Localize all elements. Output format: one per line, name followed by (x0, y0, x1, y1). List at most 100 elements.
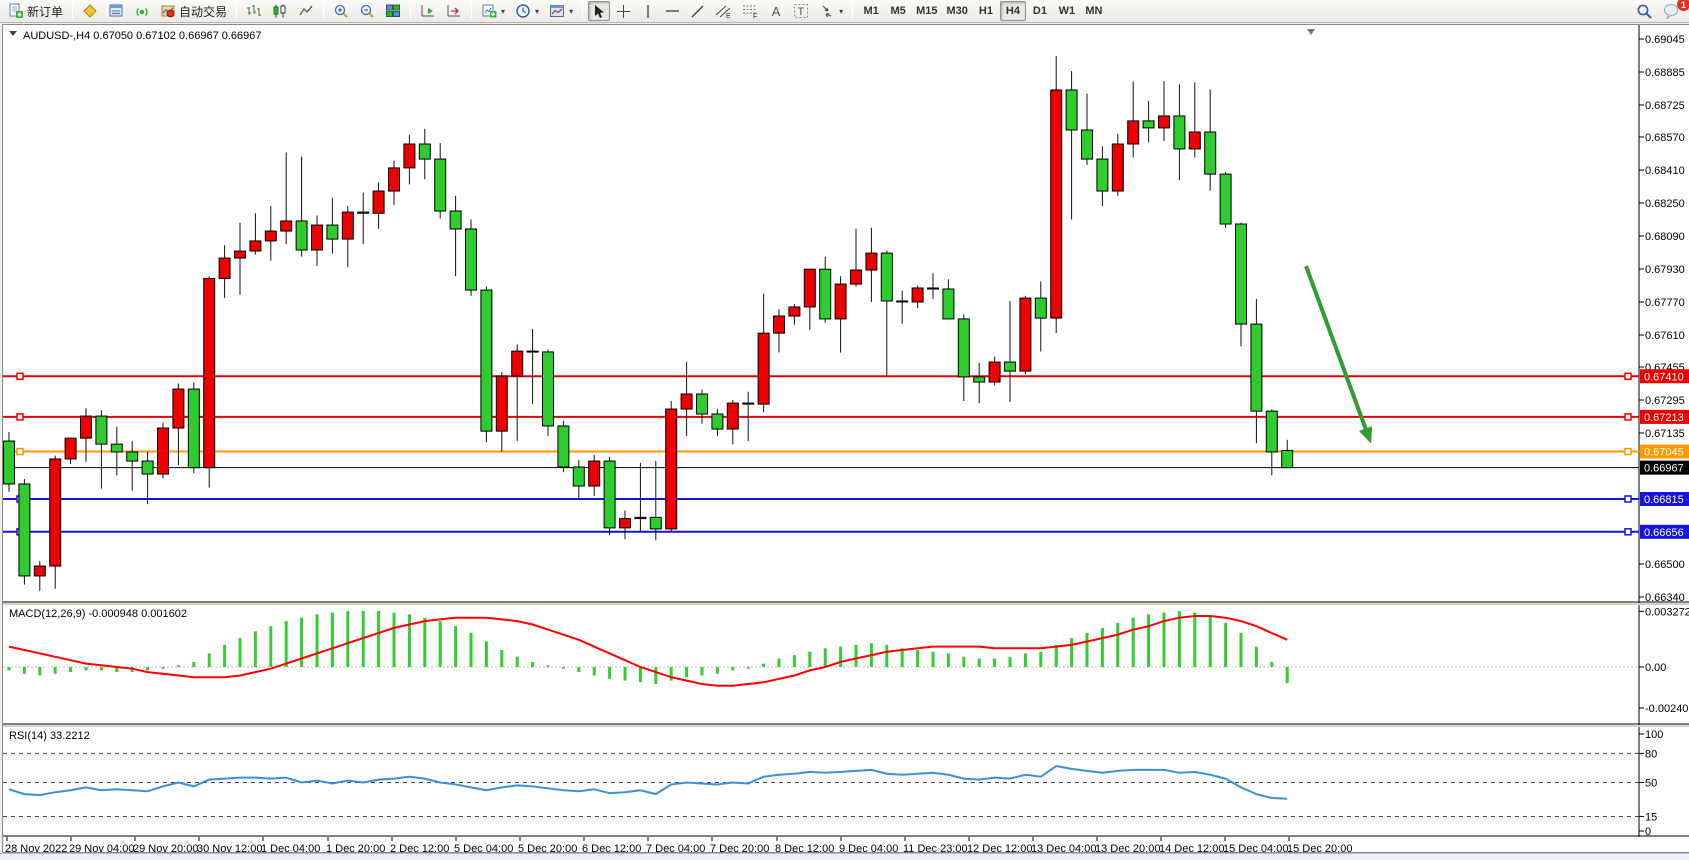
candle-body (435, 159, 446, 211)
candle-body (4, 441, 15, 484)
candle-body (204, 278, 215, 467)
panel-splitter[interactable] (3, 725, 1689, 727)
level-handle[interactable] (1625, 414, 1631, 420)
price-axis-label: 0.68570 (1645, 132, 1685, 144)
chart-canvas[interactable]: 0.690450.688850.687250.685700.684100.682… (3, 25, 1689, 854)
timeframe-button-d1[interactable]: D1 (1027, 1, 1053, 21)
data-window-button[interactable] (104, 1, 128, 21)
candle-body (958, 319, 969, 377)
horizontal-line-tool-button[interactable] (661, 1, 684, 21)
vertical-line-tool-button[interactable] (637, 1, 659, 21)
candle-body (804, 269, 815, 307)
timeframe-button-m15[interactable]: M15 (912, 1, 941, 21)
candle-body (142, 461, 153, 474)
timeframe-button-h1[interactable]: H1 (973, 1, 999, 21)
channel-tool-button[interactable]: E (711, 1, 736, 21)
text-tool-icon: A (772, 4, 781, 19)
vertical-line-icon (641, 4, 655, 19)
price-badge-label: 0.67045 (1644, 447, 1684, 459)
autotrading-button[interactable]: 自动交易 (156, 1, 231, 21)
text-label-tool-button[interactable]: T (789, 1, 813, 21)
candle-body (296, 221, 307, 250)
bar-chart-icon (246, 3, 262, 19)
candle-body (989, 362, 1000, 382)
timeframe-group: M1M5M15M30H1H4D1W1MN (858, 1, 1107, 21)
candle-body (188, 389, 199, 468)
new-order-label: 新订单 (27, 3, 63, 20)
search-button[interactable] (1632, 1, 1657, 21)
time-axis[interactable]: 28 Nov 202229 Nov 04:0029 Nov 20:0030 No… (5, 837, 1352, 854)
candle-body (881, 253, 892, 301)
chart-shift-button[interactable] (442, 1, 466, 21)
candle-body (666, 409, 677, 529)
crosshair-tool-button[interactable] (612, 1, 635, 21)
fibonacci-tool-button[interactable]: F (738, 1, 763, 21)
candle-body (389, 168, 400, 191)
main-toolbar: 新订单 自动交易 (0, 0, 1689, 23)
candle-body (912, 288, 923, 302)
candlestick-chart-button[interactable] (268, 1, 292, 21)
period-clock-button[interactable]: ▾ (511, 1, 543, 21)
candle-body (1220, 174, 1231, 224)
price-axis-label: 0.68250 (1645, 198, 1685, 210)
trendline-tool-button[interactable] (686, 1, 709, 21)
rsi-axis-label: 100 (1645, 729, 1663, 741)
zoom-in-icon (333, 3, 349, 19)
level-handle[interactable] (1625, 373, 1631, 379)
candle-body (835, 284, 846, 319)
timeframe-button-m5[interactable]: M5 (885, 1, 911, 21)
zoom-out-button[interactable] (355, 1, 379, 21)
level-handle[interactable] (17, 414, 23, 420)
navigator-button[interactable] (130, 1, 154, 21)
rsi-axis-label: 50 (1645, 778, 1657, 790)
candle-body (650, 517, 661, 529)
level-handle[interactable] (1625, 449, 1631, 455)
rsi-label: RSI(14) 33.2212 (9, 730, 90, 742)
candle-body (481, 290, 492, 431)
text-tool-button[interactable]: A (765, 1, 787, 21)
timeframe-button-h4[interactable]: H4 (1000, 1, 1026, 21)
line-chart-button[interactable] (294, 1, 318, 21)
candle-body (419, 144, 430, 159)
chart-title: AUDUSD-,H4 0.67050 0.67102 0.66967 0.669… (23, 30, 262, 42)
auto-scroll-button[interactable] (416, 1, 440, 21)
candle-body (851, 270, 862, 284)
level-handle[interactable] (17, 373, 23, 379)
panel-bg[interactable] (3, 727, 1639, 836)
candle-body (620, 519, 631, 528)
arrows-tool-button[interactable]: ▾ (815, 1, 847, 21)
rsi-axis-label: 15 (1645, 811, 1657, 823)
cursor-tool-button[interactable] (588, 1, 610, 21)
panel-bg[interactable] (3, 605, 1639, 724)
template-profile-button[interactable]: ▾ (545, 1, 577, 21)
panel-splitter[interactable] (3, 603, 1689, 605)
level-handle[interactable] (1625, 496, 1631, 502)
price-badge-label: 0.67410 (1644, 371, 1684, 383)
new-order-button[interactable]: 新订单 (4, 1, 67, 21)
macd-axis-label: 0.003272 (1645, 606, 1689, 618)
level-handle[interactable] (17, 449, 23, 455)
zoom-in-button[interactable] (329, 1, 353, 21)
notifications-button[interactable]: 1 (1659, 1, 1685, 21)
macd-label: MACD(12,26,9) -0.000948 0.001602 (9, 608, 187, 620)
auto-scroll-icon (420, 3, 436, 19)
bar-chart-button[interactable] (242, 1, 266, 21)
dropdown-arrow-icon: ▾ (535, 7, 539, 16)
level-handle[interactable] (1625, 529, 1631, 535)
candle-body (496, 376, 507, 431)
market-watch-icon (82, 3, 98, 19)
market-watch-button[interactable] (78, 1, 102, 21)
chart-window[interactable]: 0.690450.688850.687250.685700.684100.682… (2, 24, 1689, 853)
candle-body (358, 212, 369, 213)
candle-body (543, 352, 554, 426)
candle-body (65, 438, 76, 459)
timeframe-button-mn[interactable]: MN (1081, 1, 1107, 21)
tile-windows-button[interactable] (381, 1, 405, 21)
price-axis[interactable]: 0.690450.688850.687250.685700.684100.682… (1639, 34, 1685, 604)
new-chart-button[interactable]: ▾ (477, 1, 509, 21)
autotrading-icon (160, 3, 176, 19)
arrows-icon (819, 3, 835, 19)
timeframe-button-m1[interactable]: M1 (858, 1, 884, 21)
timeframe-button-w1[interactable]: W1 (1054, 1, 1080, 21)
timeframe-button-m30[interactable]: M30 (943, 1, 972, 21)
